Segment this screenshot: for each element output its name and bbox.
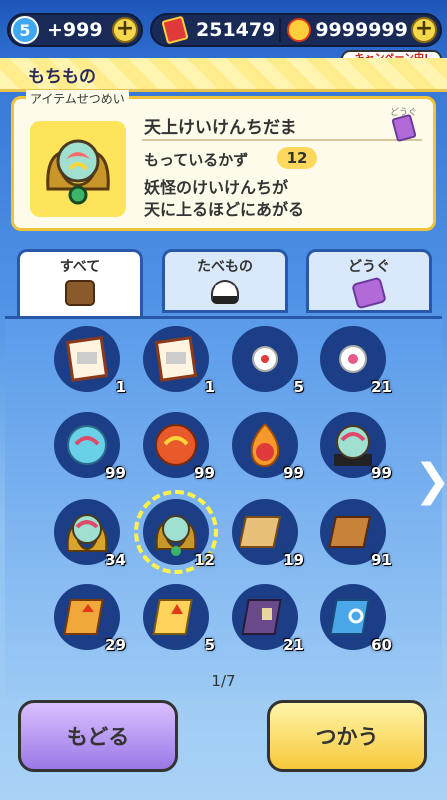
money-icon (287, 18, 312, 42)
book-brown-icon (328, 516, 372, 548)
count-label: もっているかず (144, 151, 249, 169)
item-name: 天上けいけんちだま (144, 118, 297, 138)
item-slot[interactable]: 29 (54, 584, 126, 654)
item-quantity: 1 (204, 378, 215, 396)
heaven-orb-icon (155, 515, 197, 556)
selected-item-icon (30, 121, 126, 217)
item-slot[interactable]: 12 (134, 490, 218, 574)
item-quantity: 5 (204, 636, 215, 654)
white-orb-red-icon (252, 346, 278, 372)
item-slot[interactable]: 34 (54, 499, 126, 569)
book-blue-icon (329, 599, 370, 635)
currency-bar: 5 +999 + 251479 9999999 + キャンペーン中! (0, 0, 447, 68)
description-line-1: 妖怪のけいけんちが (144, 178, 289, 197)
white-orb-pink-icon (339, 345, 367, 373)
item-quantity: 12 (194, 551, 215, 569)
ticket-icon (351, 276, 387, 310)
book-tan-icon (240, 516, 282, 548)
rice-ball-icon (211, 280, 239, 304)
item-slot[interactable]: 99 (143, 412, 215, 482)
count-value: 12 (277, 147, 317, 169)
heaven-orb-icon (46, 139, 110, 205)
item-quantity: 21 (371, 378, 392, 396)
item-slot[interactable]: 19 (232, 499, 304, 569)
tab-food[interactable]: たべもの (162, 249, 288, 313)
blue-orb-icon (67, 425, 107, 465)
item-slot[interactable]: 21 (320, 326, 392, 396)
item-slot[interactable]: 21 (232, 584, 304, 654)
item-quantity: 99 (194, 464, 215, 482)
money-counter: 251479 9999999 + (150, 13, 442, 47)
item-slot[interactable]: 60 (320, 584, 392, 654)
item-slot[interactable]: 5 (143, 584, 215, 654)
page-header: もちもの (0, 58, 447, 92)
item-quantity: 34 (105, 551, 126, 569)
item-detail-panel: アイテムせつめい 天上けいけんちだま もっているかず 12 妖怪のけいけんちが … (11, 90, 436, 231)
pagination: 1/7 (211, 672, 236, 690)
book-gold-icon (152, 599, 193, 635)
red-orb-icon (155, 424, 197, 466)
item-quantity: 99 (371, 464, 392, 482)
use-button[interactable]: つかう (267, 700, 427, 772)
tab-all[interactable]: すべて (17, 249, 143, 319)
item-quantity: 91 (371, 551, 392, 569)
item-quantity: 99 (105, 464, 126, 482)
item-slot[interactable]: 91 (320, 499, 392, 569)
book-purple-icon (241, 599, 282, 635)
item-quantity: 99 (283, 464, 304, 482)
screen: 5 +999 + 251479 9999999 + キャンペーン中! もちもの … (0, 0, 447, 800)
tab-tools[interactable]: どうぐ (306, 249, 432, 313)
gem-count: +999 (47, 19, 103, 41)
add-gems-button[interactable]: + (112, 17, 138, 43)
item-quantity: 29 (105, 636, 126, 654)
item-slot[interactable]: 1 (54, 326, 126, 396)
points-icon (161, 15, 189, 45)
book-orange-icon (63, 599, 104, 635)
level-badge: 5 (11, 16, 39, 44)
scroll-card-icon (65, 336, 109, 382)
money-count: 9999999 (315, 19, 408, 41)
item-description: 妖怪のけいけんちが 天に上るほどにあがる (144, 177, 304, 221)
item-quantity: 19 (283, 551, 304, 569)
flame-orb-icon (250, 423, 280, 468)
item-slot[interactable]: 5 (232, 326, 304, 396)
description-line-2: 天に上るほどにあがる (144, 200, 305, 219)
item-slot[interactable]: 99 (232, 412, 304, 482)
divider (142, 139, 422, 141)
back-button[interactable]: もどる (18, 700, 178, 772)
tab-food-label: たべもの (197, 259, 253, 275)
tab-tools-label: どうぐ (348, 259, 390, 275)
ticket-icon (391, 113, 417, 143)
divider (279, 18, 282, 42)
add-money-button[interactable]: + (411, 17, 437, 43)
scroll-card-icon (154, 336, 198, 382)
item-quantity: 5 (293, 378, 304, 396)
gold-orb-icon (66, 514, 108, 552)
item-slot[interactable]: 99 (54, 412, 126, 482)
gem-counter: 5 +999 + (7, 13, 143, 47)
orb-stand-icon (334, 425, 372, 466)
page-title: もちもの (28, 67, 96, 87)
item-quantity: 21 (283, 636, 304, 654)
item-quantity: 1 (115, 378, 126, 396)
bag-icon (65, 280, 95, 306)
detail-section-label: アイテムせつめい (26, 90, 129, 107)
points-count: 251479 (196, 19, 276, 41)
next-page-arrow[interactable]: ❯ (414, 455, 447, 506)
item-slot[interactable]: 99 (320, 412, 392, 482)
item-quantity: 60 (371, 636, 392, 654)
tab-all-label: すべて (59, 259, 101, 275)
item-slot[interactable]: 1 (143, 326, 215, 396)
